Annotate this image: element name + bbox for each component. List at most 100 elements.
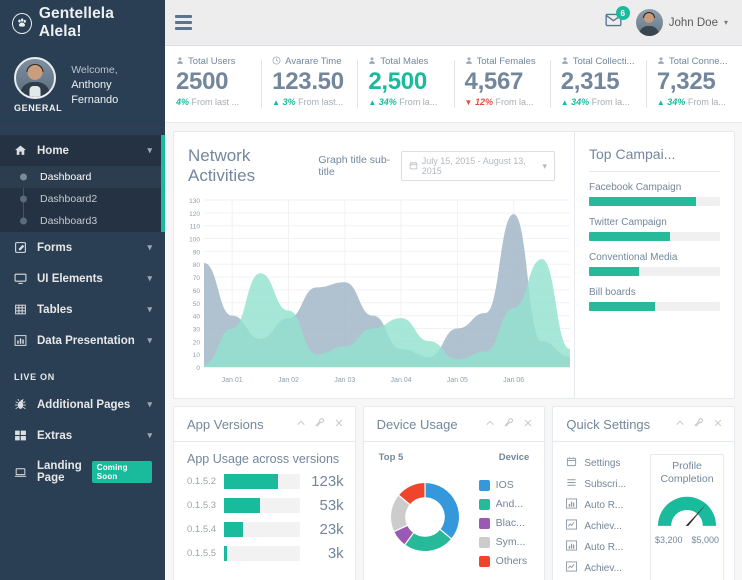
user-icon — [176, 56, 184, 67]
svg-text:0: 0 — [196, 365, 200, 372]
daterange-label: July 15, 2015 - August 13, 2015 — [421, 156, 526, 176]
campaign-progress — [589, 197, 720, 206]
bullet-icon — [20, 173, 27, 181]
legend-label: And... — [495, 498, 524, 510]
sidebar-item-label: Additional Pages — [37, 398, 131, 411]
chevron-up-icon[interactable] — [675, 418, 685, 431]
quick-settings-label: Achiev... — [584, 520, 622, 532]
stat-tile-total-females[interactable]: Total Females 4,567 ▼ 12% From la... — [453, 56, 550, 114]
gauge-chart-svg — [657, 496, 717, 526]
quick-settings-item[interactable]: Auto R... — [565, 496, 642, 517]
quick-settings-item[interactable]: Subscri... — [565, 475, 642, 496]
legend-item: Blac... — [478, 517, 534, 529]
svg-text:Jan 04: Jan 04 — [391, 377, 412, 384]
stat-tile-sub: ▲ 34% From la... — [368, 97, 446, 107]
list-icon — [565, 477, 577, 491]
avatar-wrap: GENERAL — [14, 57, 62, 113]
legend-swatch — [478, 517, 490, 529]
quick-settings-item[interactable]: Settings — [565, 454, 642, 475]
quick-settings-label: Achiev... — [584, 562, 622, 574]
sidebar-item-home[interactable]: Home ▾ — [0, 135, 165, 166]
user-menu[interactable]: John Doe ▾ — [635, 9, 728, 36]
sidebar-subitem-dashboard2[interactable]: Dashboard2 — [0, 188, 165, 210]
app-version-value: 3k — [327, 545, 344, 562]
device-usage-columns: Top 5 Device — [377, 452, 534, 463]
quick-settings-item[interactable]: Auto R... — [565, 538, 642, 559]
messages-button[interactable]: 6 — [605, 6, 630, 32]
stat-tile-count: 2,500 — [368, 68, 427, 95]
legend-swatch — [478, 479, 490, 491]
donut-legend: IOS And... Blac... Sym... Others — [473, 469, 534, 574]
quick-settings-label: Subscri... — [584, 478, 627, 490]
hamburger-icon[interactable] — [175, 15, 192, 30]
legend-swatch — [478, 498, 490, 510]
gauge-max-label: $5,000 — [691, 535, 720, 545]
sidebar-item-tables[interactable]: Tables ▾ — [0, 294, 165, 325]
clock-icon — [272, 56, 281, 67]
stat-tile-average-time[interactable]: Avarare Time 123.50 ▲ 3% From last... — [261, 56, 357, 114]
close-icon[interactable] — [523, 418, 533, 431]
sidebar-subitem-dashboard3[interactable]: Dashboard3 — [0, 210, 165, 232]
wrench-icon[interactable] — [504, 418, 514, 431]
chevron-up-icon[interactable] — [296, 418, 306, 431]
welcome-block: Welcome, Anthony Fernando — [71, 57, 155, 108]
daterange-picker[interactable]: July 15, 2015 - August 13, 2015 ▾ — [400, 151, 556, 181]
stat-tile-title: Total Users — [188, 56, 236, 67]
panel-tools — [485, 418, 533, 431]
app-version-row: 0.1.5.2 123k — [187, 473, 344, 490]
panel-body: Top 5 Device IOS And... Blac... Sym... Other… — [364, 442, 545, 574]
campaign-label: Bill boards — [589, 287, 636, 298]
table-icon — [14, 303, 27, 316]
stat-tile-total-collections[interactable]: Total Collecti... 2,315 ▲ 34% From la... — [549, 56, 646, 114]
campaign-item: Conventional Media — [589, 252, 720, 276]
sidebar-item-forms[interactable]: Forms ▾ — [0, 232, 165, 263]
sidebar-item-extras[interactable]: Extras ▾ — [0, 420, 165, 451]
quick-settings-item[interactable]: Achiev... — [565, 517, 642, 538]
panel-tools — [675, 418, 723, 431]
sidebar-item-label: Tables — [37, 303, 73, 316]
quick-settings-item[interactable]: Achiev... — [565, 559, 642, 580]
stat-tile-title: Total Females — [476, 56, 536, 67]
stat-tile-total-males[interactable]: Total Males 2,500 ▲ 34% From la... — [357, 56, 453, 114]
stat-tile-total-connections[interactable]: Total Conne... 7,325 ▲ 34% From la... — [645, 56, 742, 114]
messages-count-badge: 6 — [615, 6, 630, 20]
quick-settings-label: Settings — [584, 457, 621, 469]
chevron-up-icon[interactable] — [485, 418, 495, 431]
arrow-down-icon: ▼ — [464, 98, 473, 107]
app-version-value: 53k — [319, 497, 344, 514]
quick-settings-label: Auto R... — [584, 499, 624, 511]
svg-text:20: 20 — [193, 339, 201, 346]
page-title: Network Activities — [188, 146, 256, 185]
quick-settings-list: Settings Subscri... Auto R... Achiev... Auto… — [565, 454, 642, 580]
sidebar-item-landing-page[interactable]: Landing Page Coming Soon — [0, 451, 165, 493]
stat-tile-head: Total Males — [368, 56, 446, 67]
stat-tile-pct: 3% — [282, 97, 296, 107]
close-icon[interactable] — [713, 418, 723, 431]
sidebar-subitem-label: Dashboard3 — [40, 215, 98, 227]
wrench-icon[interactable] — [694, 418, 704, 431]
stat-tile-total-users[interactable]: Total Users 2500 4% From last ... — [165, 56, 261, 114]
sidebar-item-additional-pages[interactable]: Additional Pages ▾ — [0, 389, 165, 420]
svg-text:10: 10 — [193, 352, 201, 359]
network-activities-panel: Network Activities Graph title sub-title… — [173, 131, 735, 399]
device-usage-body: IOS And... Blac... Sym... Others — [377, 469, 534, 574]
sidebar-item-ui-elements[interactable]: UI Elements ▾ — [0, 263, 165, 294]
brand[interactable]: Gentellela Alela! — [0, 0, 165, 46]
user-icon — [561, 56, 569, 67]
user-icon — [657, 56, 665, 67]
content-area: Network Activities Graph title sub-title… — [165, 123, 742, 580]
stat-tile-subtext: From la... — [591, 97, 630, 107]
close-icon[interactable] — [334, 418, 344, 431]
arrow-up-icon: ▲ — [560, 98, 569, 107]
stat-tile-sub: ▲ 3% From last... — [272, 97, 350, 107]
legend-swatch — [478, 536, 490, 548]
app-version-bar — [224, 522, 300, 537]
wrench-icon[interactable] — [315, 418, 325, 431]
sidebar-subitem-dashboard[interactable]: Dashboard — [0, 166, 165, 188]
sidebar-item-data-presentation[interactable]: Data Presentation ▾ — [0, 325, 165, 356]
stat-tile-head: Total Users — [176, 56, 254, 67]
bar-chart-icon — [565, 498, 577, 512]
bullet-icon — [20, 217, 27, 225]
top-campaign-panel: Top Campai... Facebook Campaign Twitter C… — [574, 132, 734, 398]
welcome-user-name: Anthony Fernando — [71, 79, 119, 106]
